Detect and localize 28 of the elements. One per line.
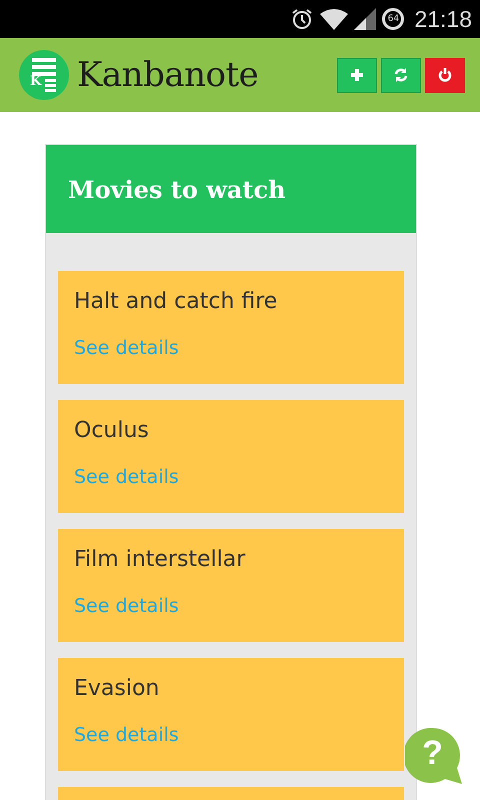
- alarm-clock-icon: [290, 7, 314, 31]
- card-title: Oculus: [74, 418, 150, 444]
- power-button[interactable]: [425, 58, 465, 92]
- note-card[interactable]: Oculus See details: [58, 400, 404, 513]
- speech-bubble-icon: [405, 728, 463, 786]
- card-title: Halt and catch fire: [74, 289, 278, 316]
- help-button[interactable]: ?: [405, 728, 463, 786]
- card-title: Film interstellar: [74, 547, 246, 574]
- clock-time: 21:18: [414, 6, 472, 32]
- see-details-link[interactable]: See details: [74, 337, 179, 360]
- note-card[interactable]: Evasion See details: [58, 658, 404, 771]
- refresh-icon: [394, 68, 408, 82]
- column-title: Movies to watch: [68, 174, 286, 204]
- add-button[interactable]: [337, 58, 377, 92]
- wifi-icon: [320, 8, 348, 30]
- see-details-link[interactable]: See details: [74, 595, 179, 618]
- power-icon: [438, 68, 452, 82]
- refresh-button[interactable]: [381, 58, 421, 92]
- note-card[interactable]: Film interstellar See details: [58, 529, 404, 642]
- list-lines-icon: [32, 58, 56, 92]
- card-title: Evasion: [74, 676, 160, 702]
- signal-icon: [354, 8, 376, 30]
- note-card[interactable]: Halt and catch fire See details: [58, 271, 404, 384]
- see-details-link[interactable]: See details: [74, 724, 179, 746]
- plus-icon: [350, 68, 364, 82]
- app-title: Kanbanote: [77, 55, 258, 95]
- battery-indicator: 64: [382, 8, 404, 30]
- see-details-link[interactable]: See details: [74, 466, 179, 488]
